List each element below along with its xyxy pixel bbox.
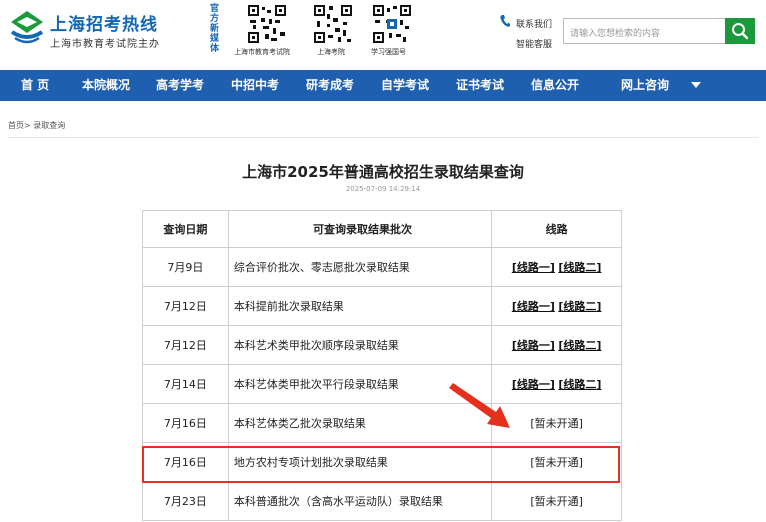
breadcrumb-home[interactable]: 首页: [8, 121, 24, 130]
row-batch: 综合评价批次、零志愿批次录取结果: [227, 247, 493, 287]
table-header-row: 查询日期 可查询录取结果批次 线路: [142, 210, 622, 248]
divider: [8, 137, 758, 138]
route-two-link[interactable]: [线路二]: [558, 378, 601, 391]
row-route: [线路一] [线路二]: [491, 286, 622, 326]
route-status: [暂未开通]: [491, 403, 622, 443]
qrcode-icon: [313, 4, 353, 44]
row-route: [线路一] [线路二]: [491, 364, 622, 404]
route-two-link[interactable]: [线路二]: [558, 261, 601, 274]
qrcode-icon: [372, 4, 412, 44]
nav-item-zikao[interactable]: 自学考试: [381, 70, 429, 101]
table-row: 7月16日 地方农村专项计划批次录取结果 [暂未开通]: [142, 442, 622, 482]
nav-item-consult[interactable]: 网上咨询: [621, 70, 669, 101]
row-batch: 本科艺体类乙批次录取结果: [227, 403, 493, 443]
nav-more-caret-icon[interactable]: [691, 82, 701, 88]
breadcrumb-current[interactable]: 录取查询: [33, 121, 65, 130]
header-route: 线路: [491, 210, 622, 248]
row-date: 7月16日: [142, 442, 229, 482]
publish-time: 2025-07-09 14:29:14: [345, 185, 421, 193]
route-one-link[interactable]: [线路一]: [512, 339, 555, 352]
search-icon: [732, 23, 749, 40]
route-one-link[interactable]: [线路一]: [512, 300, 555, 313]
route-two-link[interactable]: [线路二]: [558, 300, 601, 313]
table-row: 7月12日 本科艺术类甲批次顺序段录取结果 [线路一] [线路二]: [142, 325, 622, 365]
table-row: 7月14日 本科艺体类甲批次平行段录取结果 [线路一] [线路二]: [142, 364, 622, 404]
site-subtitle: 上海市教育考试院主办: [50, 39, 160, 50]
row-batch: 本科提前批次录取结果: [227, 286, 493, 326]
page-title: 上海市2025年普通高校招生录取结果查询: [242, 163, 524, 181]
row-batch: 本科艺体类甲批次平行段录取结果: [227, 364, 493, 404]
route-status: [暂未开通]: [491, 481, 622, 521]
row-date: 7月12日: [142, 325, 229, 365]
qrcode-icon: [247, 4, 287, 44]
nav-item-gaokao[interactable]: 高考学考: [156, 70, 204, 101]
nav-item-about[interactable]: 本院概况: [82, 70, 130, 101]
contact-us-link[interactable]: 联系我们: [516, 17, 552, 30]
route-one-link[interactable]: [线路一]: [512, 378, 555, 391]
row-batch: 地方农村专项计划批次录取结果: [227, 442, 493, 482]
row-route: [线路一] [线路二]: [491, 247, 622, 287]
media-label: 官方新媒体: [210, 4, 220, 54]
breadcrumb: 首页> 录取查询: [8, 120, 65, 131]
breadcrumb-separator: >: [24, 121, 31, 130]
table-row: 7月16日 本科艺体类乙批次录取结果 [暂未开通]: [142, 403, 622, 443]
nav-item-info[interactable]: 信息公开: [531, 70, 579, 101]
row-date: 7月9日: [142, 247, 229, 287]
route-two-link[interactable]: [线路二]: [558, 339, 601, 352]
main-nav: 首 页 本院概况 高考学考 中招中考 研考成考 自学考试 证书考试 信息公开 网…: [0, 70, 766, 101]
route-status: [暂未开通]: [491, 442, 622, 482]
row-batch: 本科艺术类甲批次顺序段录取结果: [227, 325, 493, 365]
qrcode-caption: 学习强国号: [371, 48, 406, 56]
qrcode-caption: 上海市教育考试院: [234, 48, 290, 56]
row-date: 7月16日: [142, 403, 229, 443]
row-date: 7月14日: [142, 364, 229, 404]
site-logo-icon[interactable]: [8, 8, 46, 46]
route-one-link[interactable]: [线路一]: [512, 261, 555, 274]
search-button[interactable]: [725, 18, 755, 44]
nav-item-yankao[interactable]: 研考成考: [306, 70, 354, 101]
results-table: 查询日期 可查询录取结果批次 线路 7月9日 综合评价批次、零志愿批次录取结果 …: [142, 210, 622, 521]
smart-service-link[interactable]: 智能客服: [516, 37, 552, 50]
header-batch: 可查询录取结果批次: [227, 210, 493, 248]
search-input[interactable]: 请输入您想检索的内容: [563, 18, 725, 44]
table-row: 7月12日 本科提前批次录取结果 [线路一] [线路二]: [142, 286, 622, 326]
site-title[interactable]: 上海招考热线: [50, 10, 158, 35]
nav-item-home[interactable]: 首 页: [21, 70, 49, 101]
header-date: 查询日期: [142, 210, 229, 248]
nav-item-zhongkao[interactable]: 中招中考: [231, 70, 279, 101]
site-header: 上海招考热线 上海市教育考试院主办 官方新媒体 上海市教育考试院 上海考院 学习…: [0, 0, 766, 68]
table-row: 7月23日 本科普通批次（含高水平运动队）录取结果 [暂未开通]: [142, 481, 622, 521]
qrcode-caption: 上海考院: [317, 48, 345, 56]
row-route: [线路一] [线路二]: [491, 325, 622, 365]
row-batch: 本科普通批次（含高水平运动队）录取结果: [227, 481, 493, 521]
row-date: 7月23日: [142, 481, 229, 521]
row-date: 7月12日: [142, 286, 229, 326]
table-row: 7月9日 综合评价批次、零志愿批次录取结果 [线路一] [线路二]: [142, 247, 622, 287]
phone-icon: [500, 15, 510, 27]
nav-item-certificate[interactable]: 证书考试: [456, 70, 504, 101]
